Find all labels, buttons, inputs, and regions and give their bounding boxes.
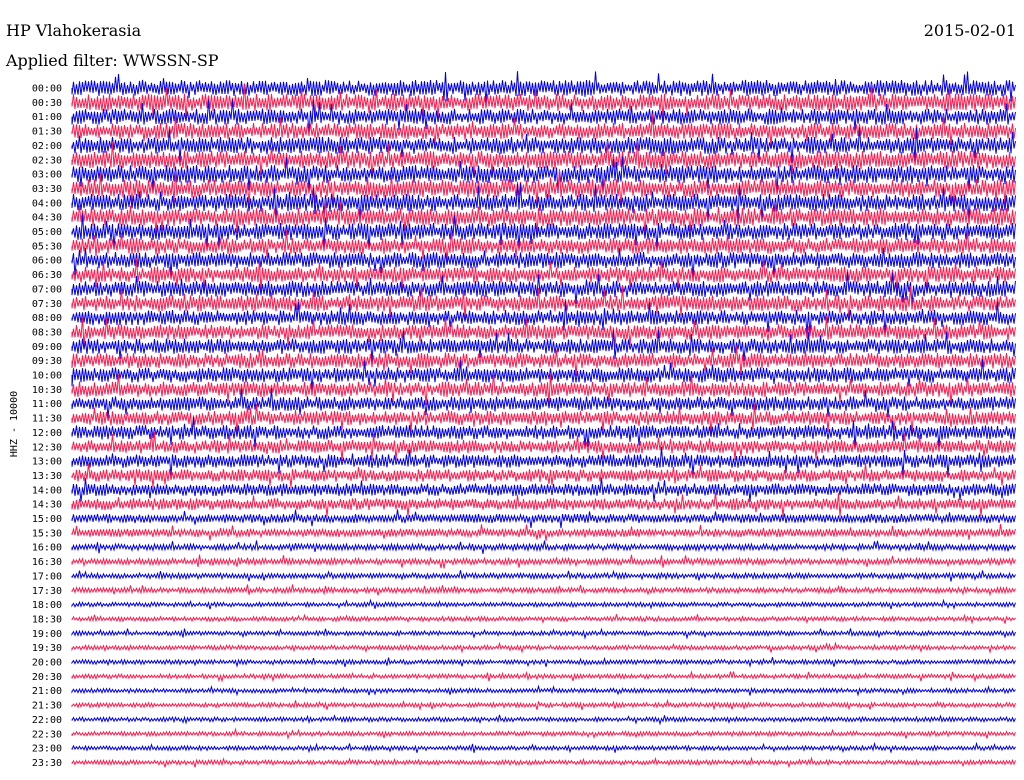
time-tick-label: 07:00 (32, 284, 62, 295)
time-tick-label: 17:30 (32, 586, 62, 597)
time-tick-label: 01:00 (32, 112, 62, 123)
trace-line (71, 613, 1016, 625)
date-label: 2015-02-01 (924, 21, 1016, 40)
time-tick-label: 21:00 (32, 686, 62, 697)
trace-line (71, 446, 1016, 476)
time-tick-label: 14:00 (32, 485, 62, 496)
time-tick-label: 13:30 (32, 471, 62, 482)
time-tick-label: 08:30 (32, 327, 62, 338)
time-tick-label: 10:30 (32, 385, 62, 396)
time-tick-label: 11:30 (32, 414, 62, 425)
time-tick-label: 05:30 (32, 241, 62, 252)
time-tick-label: 20:30 (32, 672, 62, 683)
trace-line (71, 492, 1016, 517)
time-tick-label: 12:00 (32, 428, 62, 439)
trace-line (71, 554, 1016, 569)
time-tick-label: 20:00 (32, 658, 62, 669)
seismogram-canvas: HP Vlahokerasia 2015-02-01 Applied filte… (5, 21, 1016, 769)
trace-line (71, 569, 1016, 582)
trace-line (71, 598, 1016, 610)
trace-line (71, 684, 1016, 697)
time-tick-label: 08:00 (32, 313, 62, 324)
trace-line (71, 727, 1016, 740)
trace-line (71, 714, 1016, 726)
time-tick-label: 06:30 (32, 270, 62, 281)
trace-line (71, 741, 1016, 754)
time-tick-label: 18:30 (32, 614, 62, 625)
time-tick-label: 06:00 (32, 256, 62, 267)
filter-label: Applied filter: WWSSN-SP (5, 51, 219, 70)
time-tick-label: 05:00 (32, 227, 62, 238)
trace-group (71, 71, 1016, 769)
channel-label: HHZ - 10000 (9, 391, 20, 457)
time-tick-label: 23:30 (32, 758, 62, 769)
trace-line (71, 656, 1016, 668)
trace-line (71, 641, 1016, 654)
time-tick-label: 22:00 (32, 715, 62, 726)
time-tick-label: 10:00 (32, 371, 62, 382)
time-tick-label: 03:00 (32, 170, 62, 181)
trace-line (71, 627, 1016, 640)
time-tick-label: 19:30 (32, 643, 62, 654)
trace-line (71, 540, 1016, 554)
time-tick-label: 04:00 (32, 198, 62, 209)
time-tick-label: 02:00 (32, 141, 62, 152)
trace-line (71, 698, 1016, 712)
time-tick-label: 11:00 (32, 399, 62, 410)
trace-line (71, 524, 1016, 541)
trace-line (71, 509, 1016, 529)
time-tick-label: 21:30 (32, 701, 62, 712)
time-tick-label: 17:00 (32, 571, 62, 582)
time-tick-label: 16:00 (32, 543, 62, 554)
station-title: HP Vlahokerasia (6, 21, 142, 40)
time-tick-label: 07:30 (32, 299, 62, 310)
time-tick-group: 00:00 00:30 01:00 01:30 02:00 02:30 03:00 03:30… (32, 84, 62, 769)
time-tick-label: 23:00 (32, 744, 62, 755)
time-tick-label: 14:30 (32, 500, 62, 511)
time-tick-label: 00:30 (32, 98, 62, 109)
time-tick-label: 19:00 (32, 629, 62, 640)
time-tick-label: 13:00 (32, 457, 62, 468)
time-tick-label: 00:00 (32, 84, 62, 95)
time-tick-label: 04:30 (32, 213, 62, 224)
time-tick-label: 15:00 (32, 514, 62, 525)
time-tick-label: 09:00 (32, 342, 62, 353)
time-tick-label: 09:30 (32, 356, 62, 367)
time-tick-label: 22:30 (32, 729, 62, 740)
time-tick-label: 01:30 (32, 127, 62, 138)
trace-line (71, 584, 1016, 597)
time-tick-label: 16:30 (32, 557, 62, 568)
time-tick-label: 15:30 (32, 528, 62, 539)
time-tick-label: 18:00 (32, 600, 62, 611)
time-tick-label: 03:30 (32, 184, 62, 195)
time-tick-label: 12:30 (32, 442, 62, 453)
trace-line (71, 670, 1016, 683)
trace-line (71, 756, 1016, 769)
time-tick-label: 02:30 (32, 155, 62, 166)
